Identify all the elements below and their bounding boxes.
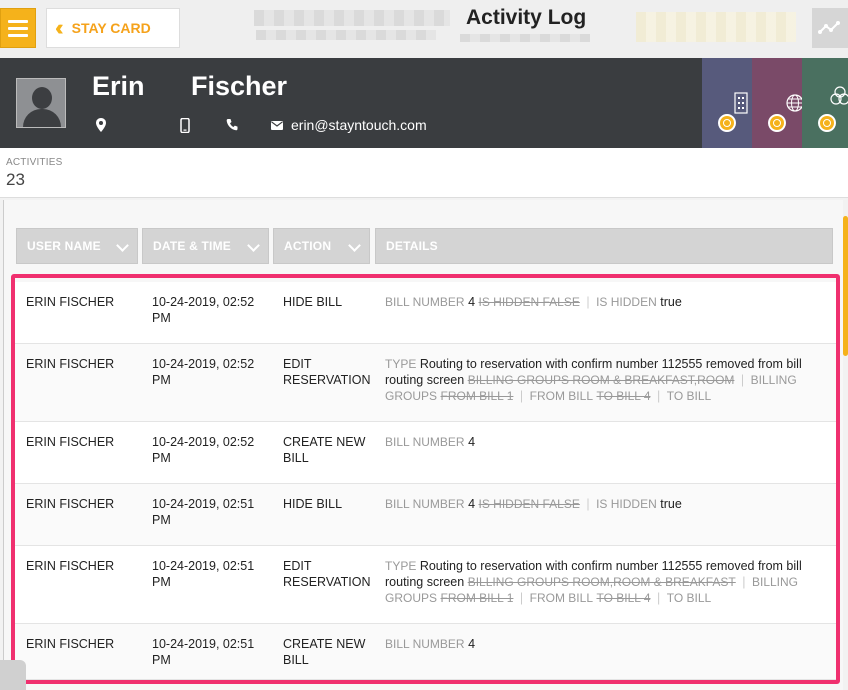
highlight-frame	[11, 274, 840, 684]
chevron-down-icon	[247, 239, 260, 252]
column-header-user-name[interactable]: USER NAME	[16, 228, 138, 264]
building-icon	[734, 92, 748, 114]
envelope-icon	[271, 121, 283, 130]
double-chevron-left-icon: ‹‹	[55, 15, 63, 40]
menu-bar-icon	[8, 26, 28, 30]
avatar-body-shape	[23, 109, 61, 127]
chevron-down-icon	[348, 239, 361, 252]
search-icon	[768, 114, 786, 132]
column-header-label: USER NAME	[27, 239, 101, 253]
column-header-action[interactable]: ACTION	[273, 228, 370, 264]
stay-card-label: STAY CARD	[71, 20, 151, 36]
phone-icon[interactable]	[226, 118, 238, 131]
stay-card-back-button[interactable]: ‹‹ STAY CARD	[46, 8, 180, 48]
avatar-head-shape	[32, 87, 52, 109]
tile-globe[interactable]	[752, 58, 804, 148]
search-icon	[818, 114, 836, 132]
graph-button[interactable]	[812, 8, 848, 48]
page-title: Activity Log	[466, 6, 587, 29]
column-header-details: DETAILS	[375, 228, 833, 264]
activities-label: ACTIVITIES	[6, 157, 63, 168]
guest-first-name: Erin	[92, 71, 145, 101]
column-header-label: DATE & TIME	[153, 239, 231, 253]
guest-email[interactable]: erin@stayntouch.com	[291, 117, 427, 133]
guest-last-name: Fischer	[191, 71, 288, 101]
top-bar: ‹‹ STAY CARD Activity Log	[0, 0, 848, 58]
scrollbar[interactable]	[843, 216, 848, 356]
blurred-text	[256, 30, 436, 40]
activities-summary: ACTIVITIES 23	[0, 148, 848, 198]
column-header-label: ACTION	[284, 239, 332, 253]
tile-building[interactable]	[702, 58, 754, 148]
menu-bar-icon	[8, 19, 28, 23]
column-header-date-time[interactable]: DATE & TIME	[142, 228, 269, 264]
side-pull-tab[interactable]	[0, 660, 26, 690]
blurred-text	[460, 34, 590, 42]
mobile-phone-icon[interactable]	[180, 118, 190, 133]
search-icon	[718, 114, 736, 132]
circles-icon	[830, 86, 848, 105]
tile-circles[interactable]	[802, 58, 848, 148]
menu-button[interactable]	[0, 8, 36, 48]
blurred-text	[636, 12, 796, 42]
chevron-down-icon	[116, 239, 129, 252]
line-graph-icon	[818, 21, 840, 34]
guest-header: Erin Fischer erin@stayntouch.com	[0, 58, 848, 148]
activities-count: 23	[6, 170, 25, 189]
avatar[interactable]	[16, 78, 66, 128]
column-header-label: DETAILS	[386, 239, 438, 253]
location-pin-icon[interactable]	[95, 118, 107, 132]
blurred-text	[254, 10, 450, 26]
menu-bar-icon	[8, 33, 28, 37]
